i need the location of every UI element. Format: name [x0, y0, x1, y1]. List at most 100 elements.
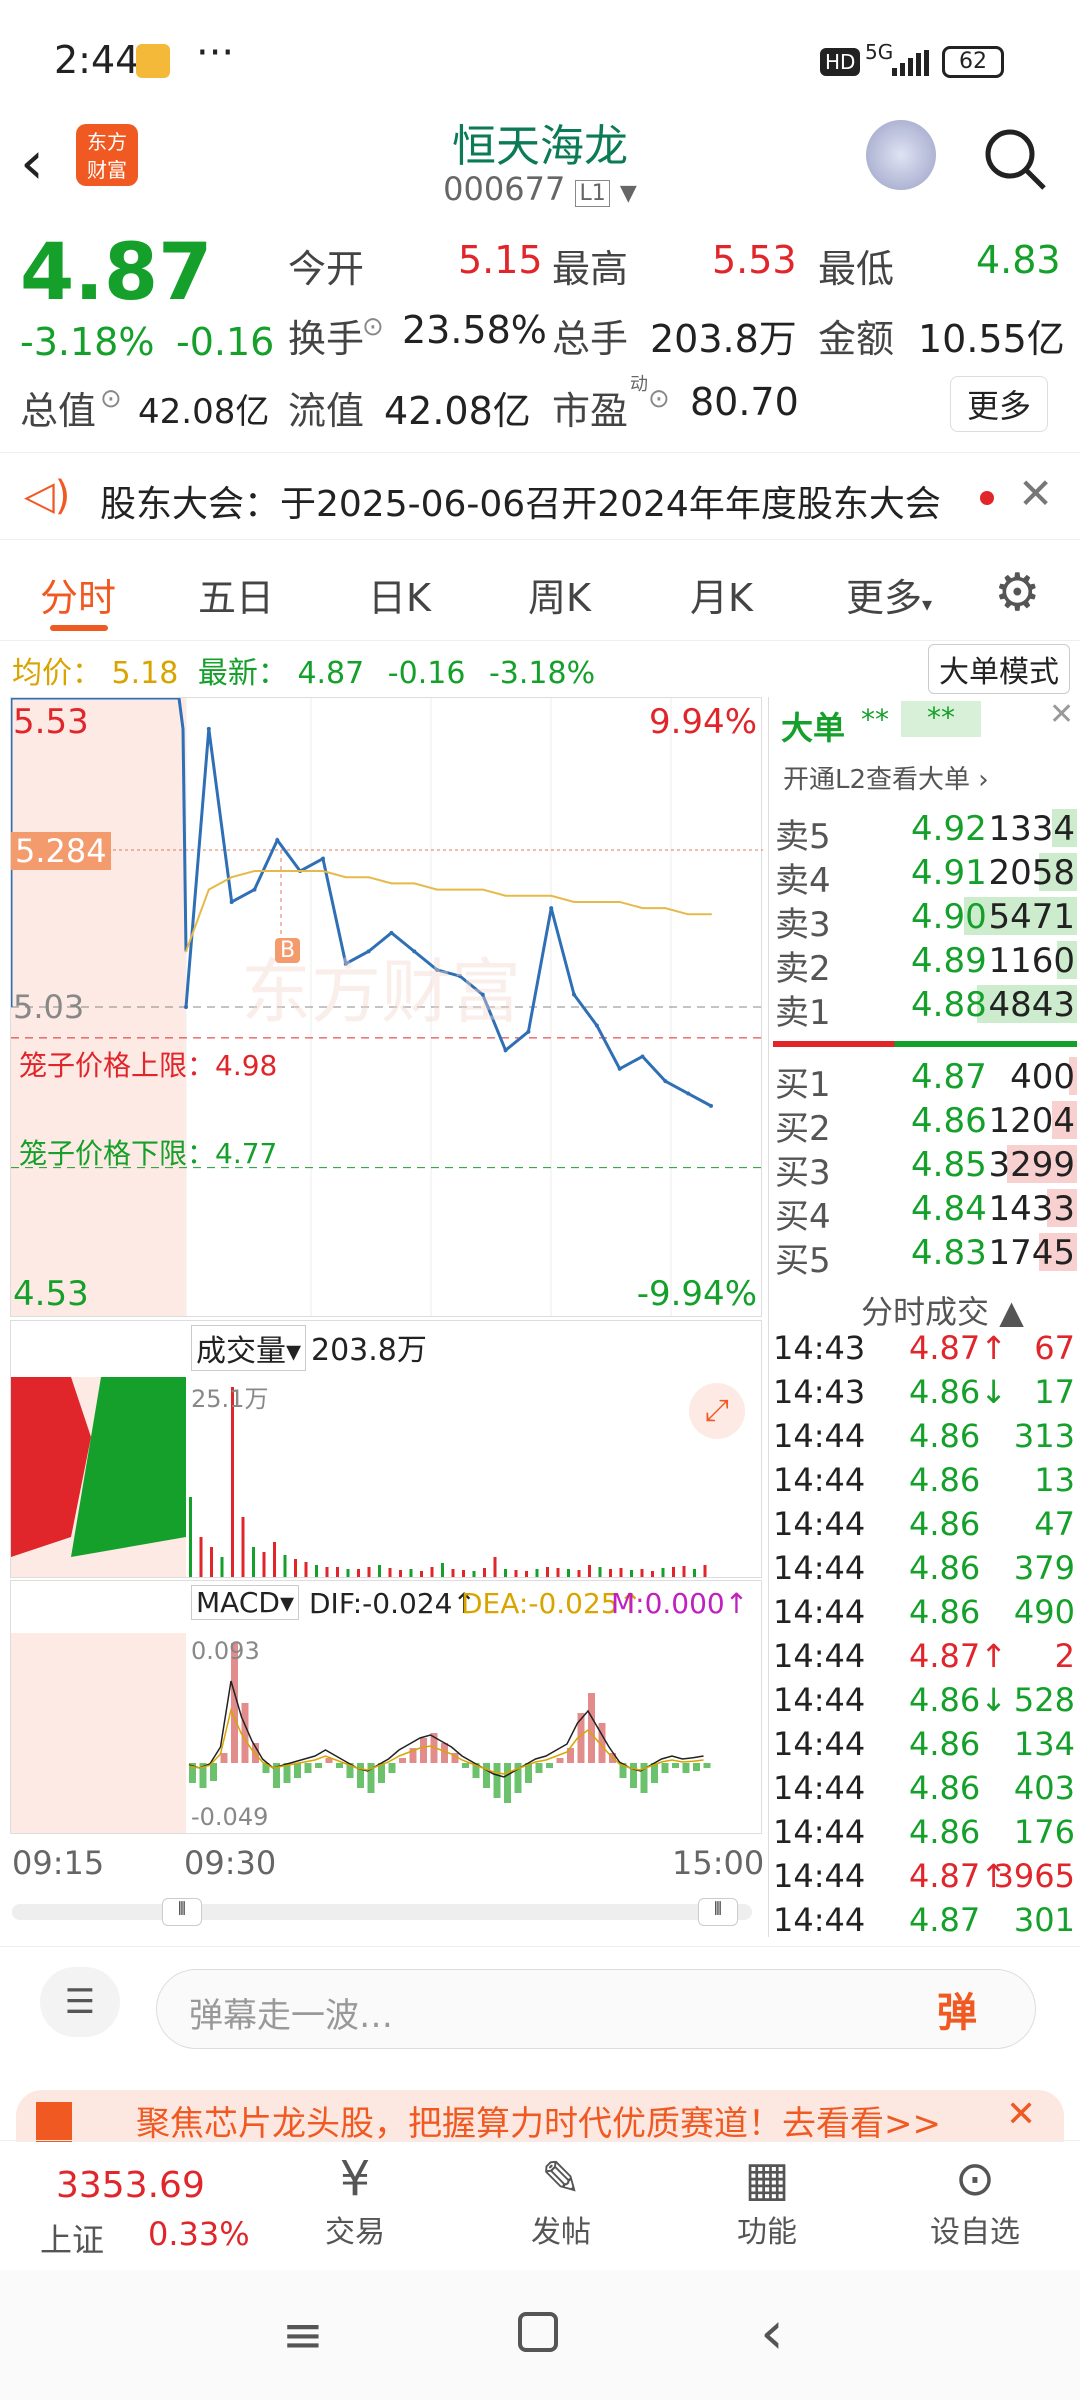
big-order-mode-button[interactable]: 大单模式: [928, 644, 1070, 694]
edit-icon: ✎: [540, 2151, 582, 2207]
search-icon[interactable]: [980, 124, 1050, 198]
tab-monthly-k[interactable]: 月K: [690, 567, 753, 622]
macd-panel[interactable]: MACD▾ DIF:-0.024↑ DEA:-0.025↑ M:0.000↑ 0…: [10, 1580, 762, 1834]
nav-watchlist[interactable]: ⊙ 设自选: [910, 2151, 1040, 2251]
intraday-chart[interactable]: 东方财富 5.53 9.94% 5.284 5.03 笼子价格上限：4.98 笼…: [10, 697, 763, 1317]
danmaku-input[interactable]: 弹幕走一波… 弹: [156, 1969, 1036, 2049]
close-icon[interactable]: ✕: [1049, 697, 1074, 732]
price-info-line: 均价： 5.18 最新： 4.87 -0.16 -3.18%: [12, 648, 595, 692]
avg-label: 均价：: [12, 656, 102, 691]
change-percent: -3.18%: [20, 320, 155, 364]
ask-label: 卖4: [775, 861, 831, 901]
comment-bar: ☰ 弹幕走一波… 弹: [0, 1946, 1080, 2050]
settings-gear-icon[interactable]: ⚙: [994, 563, 1041, 623]
last-price: 4.87: [20, 228, 213, 318]
price-point: [686, 1091, 691, 1096]
ask-row: 卖5 4.92 1334: [769, 809, 1080, 857]
battery-icon: 62: [942, 46, 1004, 78]
close-icon[interactable]: ✕: [1018, 469, 1053, 518]
price-point: [617, 1066, 622, 1071]
promo-banner[interactable]: 聚焦芯片龙头股，把握算力时代优质赛道！去看看>> ✕: [16, 2090, 1064, 2142]
pe-label: 市盈: [552, 389, 629, 433]
menu-icon[interactable]: ≡: [282, 2306, 324, 2364]
amount-value: 10.55亿: [918, 317, 1065, 361]
volume-bar: [441, 1563, 444, 1577]
float-label: 流值: [288, 389, 365, 433]
system-nav-bar: ≡ ‹: [0, 2270, 1080, 2400]
tick-row: 14:44 4.86↓ 528: [769, 1681, 1080, 1725]
nav-trade[interactable]: ¥ 交易: [300, 2151, 410, 2251]
turnover-label: 换手: [288, 317, 365, 361]
macd-bar: [703, 1763, 711, 1768]
chart-scrollbar[interactable]: ⦀ ⦀: [12, 1898, 752, 1926]
expand-icon[interactable]: ⤢: [689, 1383, 745, 1439]
macd-bar: [535, 1763, 543, 1773]
tab-five-day[interactable]: 五日: [198, 567, 274, 622]
tick-price: 4.86↓: [909, 1681, 1008, 1719]
volume-bar: [304, 1562, 308, 1577]
tab-weekly-k[interactable]: 周K: [528, 567, 591, 622]
trade-icon: ¥: [339, 2151, 371, 2207]
volume-bar: [357, 1569, 360, 1577]
promo-icon: [36, 2102, 72, 2142]
tick-volume: 403: [1013, 1769, 1075, 1807]
tick-row: 14:44 4.86 379: [769, 1549, 1080, 1593]
price-point: [594, 1023, 599, 1028]
chevron-down-icon: ▼: [619, 181, 637, 206]
buy-marker[interactable]: B: [275, 938, 301, 963]
change-amount: -0.16: [176, 320, 275, 364]
macd-svg: [11, 1633, 711, 1833]
avg-point: [664, 907, 667, 910]
volume-bar: [546, 1567, 549, 1577]
tick-price: 4.86: [909, 1593, 981, 1631]
volume-bar: [577, 1570, 581, 1577]
info-icon[interactable]: ⊙: [100, 384, 122, 414]
time-end-label: 15:00: [672, 1844, 765, 1882]
tick-time: 14:44: [773, 1417, 866, 1455]
volume-selector[interactable]: 成交量▾: [191, 1325, 307, 1371]
scroll-handle-left[interactable]: ⦀: [162, 1898, 202, 1926]
low-value: 4.83: [976, 238, 1061, 282]
danmaku-send-button[interactable]: 弹: [937, 1980, 977, 2038]
back-nav-icon[interactable]: ‹: [760, 2298, 784, 2368]
ticks-title[interactable]: 分时成交 ▲: [861, 1287, 1024, 1333]
bid-volume: 1204: [988, 1101, 1075, 1141]
tab-more[interactable]: 更多▾: [846, 567, 932, 622]
volume-bar: [462, 1570, 465, 1577]
macd-selector[interactable]: MACD▾: [191, 1585, 299, 1620]
info-icon[interactable]: ⊙: [362, 312, 384, 342]
tab-daily-k[interactable]: 日K: [368, 567, 431, 622]
info-icon[interactable]: ⊙: [648, 384, 670, 414]
index-widget[interactable]: 3353.69 上证 0.33%: [40, 2161, 260, 2261]
nav-function[interactable]: ▦ 功能: [712, 2151, 822, 2251]
ask-label: 卖2: [775, 949, 831, 989]
close-icon[interactable]: ✕: [1006, 2094, 1036, 2135]
robot-assistant-icon[interactable]: [866, 120, 936, 190]
tab-intraday[interactable]: 分时: [40, 567, 116, 622]
bid-row: 买4 4.84 1433: [769, 1189, 1080, 1237]
scroll-handle-right[interactable]: ⦀: [698, 1898, 738, 1926]
chat-settings-icon[interactable]: ☰: [40, 1967, 120, 2037]
tick-volume: 134: [1013, 1725, 1075, 1763]
tick-row: 14:44 4.86 313: [769, 1417, 1080, 1461]
nav-post[interactable]: ✎ 发帖: [506, 2151, 616, 2251]
tick-row: 14:44 4.86 490: [769, 1593, 1080, 1637]
macd-bar: [210, 1763, 217, 1781]
tick-price: 4.86: [909, 1549, 981, 1587]
tick-price: 4.86: [909, 1461, 981, 1499]
home-icon[interactable]: [518, 2312, 558, 2352]
l2-upgrade-link[interactable]: 开通L2查看大单 ›: [783, 759, 989, 796]
volume-panel[interactable]: 成交量▾ 203.8万 25.1万 ⤢: [10, 1320, 762, 1578]
notice-bar[interactable]: ◁) 股东大会：于2025-06-06召开2024年年度股东大会 ✕: [0, 452, 1080, 540]
ask-row: 卖1 4.88 4843: [769, 985, 1080, 1033]
tick-volume: 2: [1054, 1637, 1075, 1675]
more-button[interactable]: 更多: [950, 376, 1049, 432]
volume-bar: [451, 1569, 455, 1577]
bottom-price-label: 4.53: [13, 1274, 89, 1314]
bid-volume: 3299: [988, 1145, 1075, 1185]
avg-point: [413, 882, 416, 885]
tick-volume: 13: [1034, 1461, 1075, 1499]
volume-total: 203.8万: [311, 1333, 427, 1368]
tick-row: 14:44 4.86 47: [769, 1505, 1080, 1549]
macd-bar: [357, 1763, 364, 1788]
